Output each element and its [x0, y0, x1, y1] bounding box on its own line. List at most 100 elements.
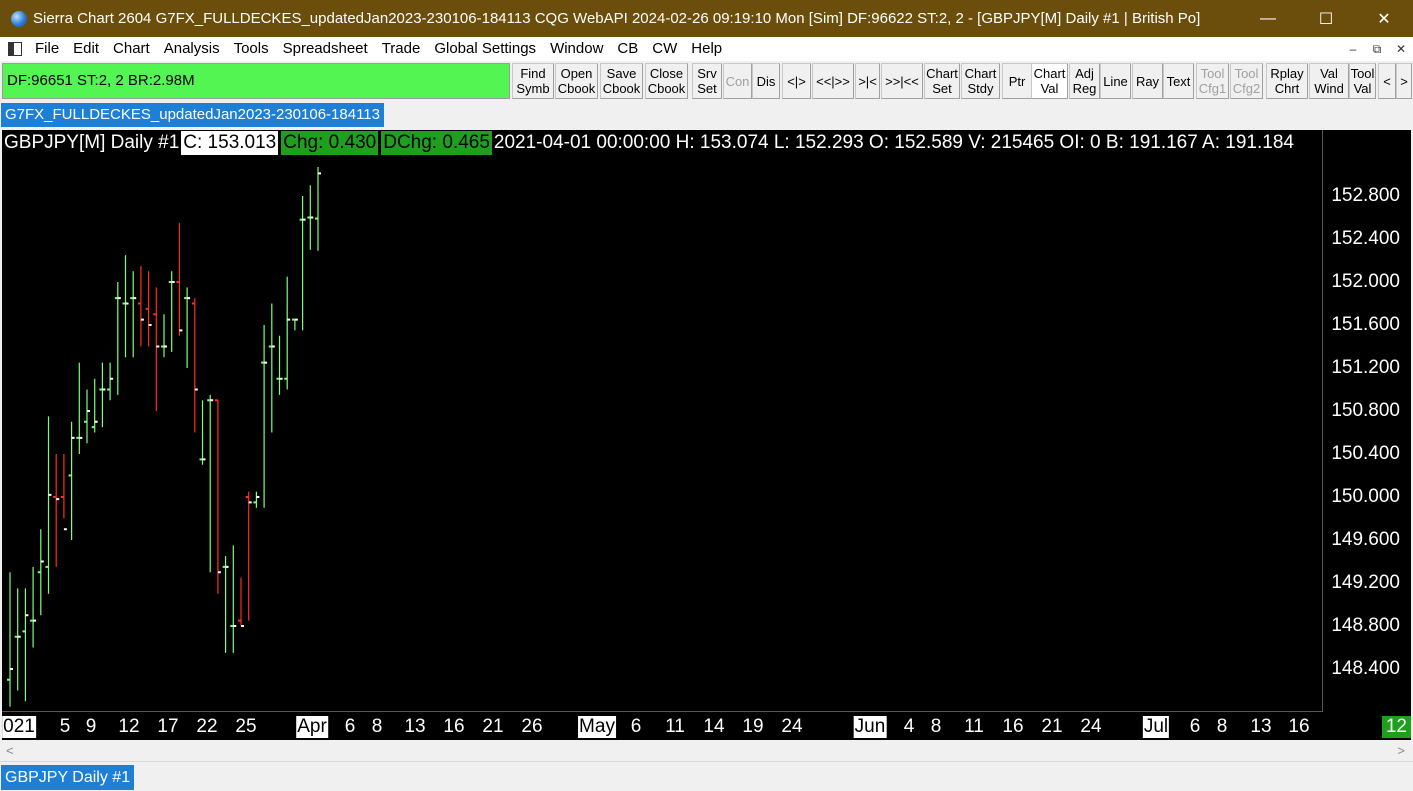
toolbar-nav-7-button[interactable]: <|>	[782, 63, 811, 99]
bar-count-badge: 12	[1381, 716, 1411, 738]
toolbar-save-cbook-button[interactable]: Save Cbook	[600, 63, 643, 99]
toolbar-button-label: >|<	[858, 73, 877, 89]
date-scale-day-label: 9	[85, 716, 97, 737]
connection-status-box: DF:96651 ST:2, 2 BR:2.98M	[2, 63, 510, 99]
toolbar-button-label: Cfg1	[1198, 81, 1227, 96]
toolbar-tool-val-button[interactable]: Tool Val	[1349, 63, 1376, 99]
mdi-minimize-button[interactable]: –	[1341, 42, 1365, 57]
toolbar-nav-8-button[interactable]: <<|>>	[812, 63, 854, 99]
date-scale-day-label: 6	[630, 716, 642, 737]
toolbar-button-label: Symb	[516, 81, 550, 96]
toolbar-ptr-button[interactable]: Ptr	[1002, 63, 1032, 99]
menu-chart[interactable]: Chart	[106, 37, 157, 61]
toolbar-ray-button[interactable]: Ray	[1132, 63, 1163, 99]
change-value: Chg: 0.430	[281, 131, 379, 155]
menu-cw[interactable]: CW	[645, 37, 684, 61]
ohlc-bar	[107, 362, 114, 401]
toolbar-button-label: Set	[932, 81, 952, 96]
date-scale-divider	[2, 711, 1323, 712]
date-scale-day-label: 6	[344, 716, 356, 737]
toolbar-dis-button[interactable]: Dis	[752, 63, 780, 99]
toolbar-find-symb-button[interactable]: Find Symb	[512, 63, 554, 99]
toolbar-button-label: Find	[520, 66, 546, 81]
chart-header: GBPJPY[M] Daily #1 C: 153.013 Chg: 0.430…	[2, 130, 1322, 156]
app-globe-icon[interactable]	[11, 10, 27, 27]
toolbar-nav-24-button[interactable]: <	[1378, 63, 1396, 99]
menu-analysis[interactable]: Analysis	[157, 37, 227, 61]
toolbar-tool-cfg1-button[interactable]: Tool Cfg1	[1196, 63, 1229, 99]
chart-region[interactable]: GBPJPY[M] Daily #1 C: 153.013 Chg: 0.430…	[2, 130, 1411, 740]
mdi-close-button[interactable]: ✕	[1389, 42, 1413, 57]
toolbar-button-label: Chart	[964, 66, 997, 81]
menu-spreadsheet[interactable]: Spreadsheet	[276, 37, 375, 61]
scroll-left-arrow[interactable]: <	[6, 743, 14, 758]
toolbar-con-button[interactable]: Con	[723, 63, 752, 99]
toolbar-button-label: Save	[606, 66, 637, 81]
toolbar-chart-set-button[interactable]: Chart Set	[924, 63, 960, 99]
toolbar-rplay-chrt-button[interactable]: Rplay Chrt	[1266, 63, 1308, 99]
toolbar-button-label: Tool	[1350, 66, 1375, 81]
date-scale-month-label: Jun	[853, 716, 887, 738]
toolbar-chart-val-button[interactable]: Chart Val	[1031, 63, 1068, 99]
ohlc-bar	[214, 399, 221, 594]
toolbar-button-label: Con	[725, 73, 750, 89]
toolbar-tool-cfg2-button[interactable]: Tool Cfg2	[1230, 63, 1263, 99]
maximize-button[interactable]: ☐	[1297, 0, 1355, 37]
toolbar-text-button[interactable]: Text	[1163, 63, 1194, 99]
menu-cb[interactable]: CB	[610, 37, 645, 61]
ohlc-bar	[245, 491, 252, 621]
toolbar-button-label: Text	[1166, 73, 1191, 89]
toolbar-val-wind-button[interactable]: Val Wind	[1309, 63, 1349, 99]
ohlc-bar	[37, 529, 44, 616]
toolbar-nav-10-button[interactable]: >>|<<	[881, 63, 923, 99]
price-scale-label: 149.200	[1331, 572, 1400, 593]
price-scale-label: 148.800	[1331, 615, 1400, 636]
toolbar-nav-9-button[interactable]: >|<	[855, 63, 880, 99]
toolbar-srv-set-button[interactable]: Srv Set	[692, 63, 722, 99]
date-scale-day-label: 11	[665, 716, 685, 737]
date-scale-month-label: Jul	[1142, 716, 1170, 738]
toolbar-button-label: Cbook	[557, 81, 596, 96]
scroll-right-arrow[interactable]: >	[1397, 743, 1405, 758]
toolbar-button-label: Chart	[1033, 66, 1066, 81]
minimize-button[interactable]: —	[1239, 0, 1297, 37]
chart-window-icon[interactable]	[8, 42, 22, 56]
menu-global-settings[interactable]: Global Settings	[427, 37, 543, 61]
ohlc-bar	[168, 271, 175, 352]
menu-help[interactable]: Help	[684, 37, 729, 61]
toolbar-button-label: Ptr	[1008, 73, 1026, 89]
ohlc-bar	[253, 491, 260, 508]
chart-tab-gbpjpy[interactable]: GBPJPY Daily #1	[1, 765, 135, 790]
ohlc-bar	[161, 314, 167, 358]
ohlc-bar	[84, 389, 90, 444]
date-scale-day-label: 16	[443, 716, 465, 737]
horizontal-scrollbar[interactable]: < >	[0, 740, 1413, 761]
toolbar-close-cbook-button[interactable]: Close Cbook	[645, 63, 688, 99]
menu-tools[interactable]: Tools	[227, 37, 276, 61]
price-scale-label: 152.400	[1331, 228, 1400, 249]
toolbar-adj-reg-button[interactable]: Adj Reg	[1069, 63, 1100, 99]
toolbar-line-button[interactable]: Line	[1100, 63, 1131, 99]
toolbar-button-label: Srv	[697, 66, 717, 81]
menu-edit[interactable]: Edit	[66, 37, 106, 61]
price-scale-label: 152.000	[1331, 271, 1400, 292]
toolbar-button-label: <|>	[787, 73, 806, 89]
mdi-restore-button[interactable]: ⧉	[1365, 42, 1389, 57]
control-bar: DF:96651 ST:2, 2 BR:2.98M Find Symb Open Cb…	[0, 61, 1413, 101]
date-scale-month-label: May	[578, 716, 616, 738]
menu-trade[interactable]: Trade	[375, 37, 428, 61]
toolbar-chart-stdy-button[interactable]: Chart Stdy	[961, 63, 1000, 99]
toolbar-open-cbook-button[interactable]: Open Cbook	[555, 63, 598, 99]
ohlc-bar	[276, 335, 283, 395]
toolbar-button-label: Val	[1320, 66, 1338, 81]
chartbook-tab[interactable]: G7FX_FULLDECKES_updatedJan2023-230106-18…	[1, 103, 384, 127]
window-title: Sierra Chart 2604 G7FX_FULLDECKES_update…	[33, 10, 1201, 27]
menu-file[interactable]: File	[28, 37, 66, 61]
price-scale-label: 151.200	[1331, 357, 1400, 378]
menu-window[interactable]: Window	[543, 37, 610, 61]
price-scale-label: 150.800	[1331, 400, 1400, 421]
date-scale-day-label: 13	[1250, 716, 1272, 737]
close-button[interactable]: ✕	[1355, 0, 1413, 37]
toolbar-button-label: Cfg2	[1232, 81, 1261, 96]
toolbar-nav-25-button[interactable]: >	[1396, 63, 1412, 99]
